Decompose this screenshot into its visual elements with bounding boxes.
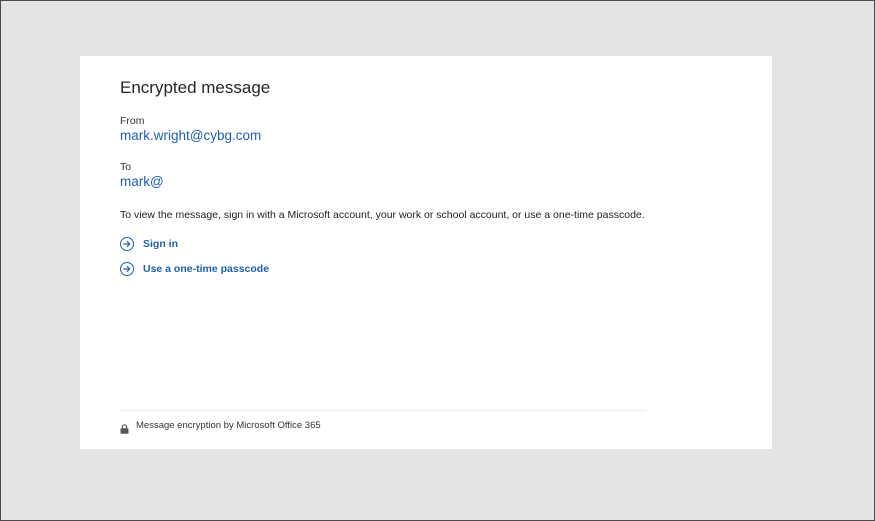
to-label: To — [120, 161, 132, 173]
page-title: Encrypted message — [120, 78, 271, 97]
footer-text: Message encryption by Microsoft Office 3… — [136, 420, 321, 431]
arrow-right-circle-icon — [120, 237, 134, 251]
instructions-text: To view the message, sign in with a Micr… — [120, 209, 645, 221]
from-section: From mark.wright@cybg.com — [120, 115, 772, 145]
sign-in-link[interactable]: Sign in — [120, 237, 772, 251]
to-section: To mark@ — [120, 161, 772, 191]
encrypted-message-card: Encrypted message From mark.wright@cybg.… — [80, 56, 772, 449]
from-label: From — [120, 115, 145, 127]
sign-in-label: Sign in — [143, 238, 178, 250]
from-email-link[interactable]: mark.wright@cybg.com — [120, 128, 261, 144]
to-email-link[interactable]: mark@ — [120, 174, 164, 190]
one-time-passcode-link[interactable]: Use a one-time passcode — [120, 262, 772, 276]
footer: Message encryption by Microsoft Office 3… — [120, 410, 646, 434]
screen-background: Encrypted message From mark.wright@cybg.… — [0, 0, 875, 521]
lock-icon — [120, 421, 129, 434]
one-time-passcode-label: Use a one-time passcode — [143, 263, 270, 275]
arrow-right-circle-icon — [120, 262, 134, 276]
